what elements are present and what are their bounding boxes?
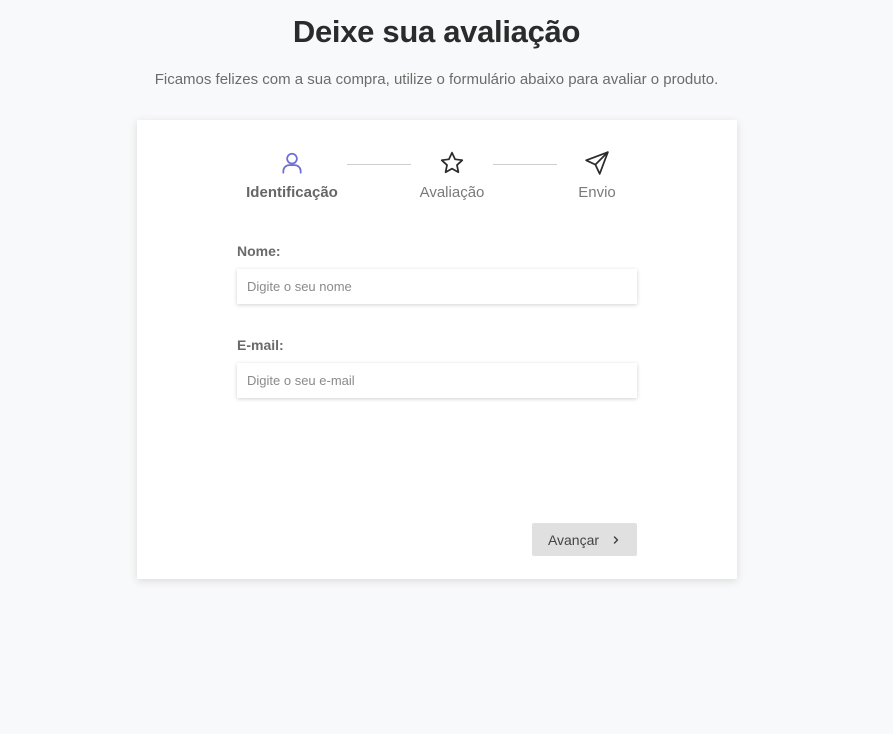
step-envio[interactable]: Envio [532,150,662,201]
page-title: Deixe sua avaliação [292,14,581,49]
page-subtitle: Ficamos felizes com a sua compra, utiliz… [154,71,719,88]
chevron-right-icon [613,535,619,544]
send-icon [585,151,609,175]
name-field[interactable] [237,269,637,304]
star-icon [440,151,464,174]
step-label: Envio [578,184,616,201]
step-label: Avaliação [419,184,485,201]
step-label: Identificação [246,184,338,201]
next-button[interactable]: Avançar [532,523,637,556]
next-button-label: Avançar [547,531,600,548]
name-label: Nome: [237,243,281,259]
user-icon [282,152,302,174]
page: Deixe sua avaliação Ficamos felizes com … [0,0,893,734]
email-field[interactable] [237,363,637,398]
email-label: E-mail: [237,337,284,353]
review-form-card: Identificação Avaliação Envio Nome: E-ma… [137,120,737,579]
step-identificacao[interactable]: Identificação [227,150,357,201]
step-avaliacao[interactable]: Avaliação [387,150,517,201]
